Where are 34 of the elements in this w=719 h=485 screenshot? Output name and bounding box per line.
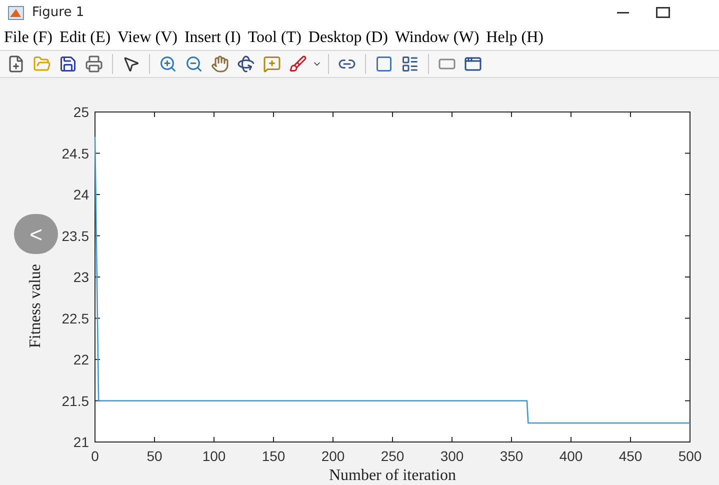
x-tick-label: 100 xyxy=(202,448,226,464)
menu-item[interactable]: Desktop (D) xyxy=(308,26,388,50)
y-tick-label: 23 xyxy=(73,269,89,285)
menu-item[interactable]: Window (W) xyxy=(394,26,480,50)
x-tick-label: 450 xyxy=(618,448,642,464)
y-tick-label: 22 xyxy=(73,352,89,368)
y-tick-label: 25 xyxy=(73,104,89,120)
y-tick-label: 21 xyxy=(73,434,89,450)
y-tick-label: 21.5 xyxy=(62,392,89,409)
x-tick-label: 300 xyxy=(440,448,464,464)
menu-item[interactable]: File (F) xyxy=(4,26,52,50)
maximize-icon xyxy=(656,7,670,18)
app-logo-icon xyxy=(8,6,24,20)
x-tick-label: 400 xyxy=(559,448,583,464)
x-tick-label: 500 xyxy=(678,448,702,464)
x-tick-label: 200 xyxy=(321,448,345,464)
x-tick-label: 50 xyxy=(146,448,162,464)
y-tick-label: 23.5 xyxy=(62,228,89,244)
window-title: Figure 1 xyxy=(32,4,84,22)
menu-item[interactable]: View (V) xyxy=(118,26,178,50)
x-tick-label: 250 xyxy=(380,448,404,464)
x-tick-label: 0 xyxy=(91,448,99,464)
menu-item[interactable]: Tool (T) xyxy=(248,26,302,50)
x-tick-label: 150 xyxy=(262,448,286,464)
y-axis-label: Fitness value xyxy=(27,264,44,348)
x-axis-label: Number of iteration xyxy=(328,467,456,484)
menu-item[interactable]: Edit (E) xyxy=(59,26,111,50)
y-tick-label: 24.5 xyxy=(62,145,89,162)
y-tick-label: 22.5 xyxy=(62,310,89,326)
y-tick-label: 24 xyxy=(73,186,89,202)
menu-item[interactable]: Help (H) xyxy=(486,26,544,50)
minimize-icon xyxy=(617,12,629,14)
x-tick-label: 350 xyxy=(500,448,524,464)
menu-item[interactable]: Insert (I) xyxy=(184,26,241,50)
